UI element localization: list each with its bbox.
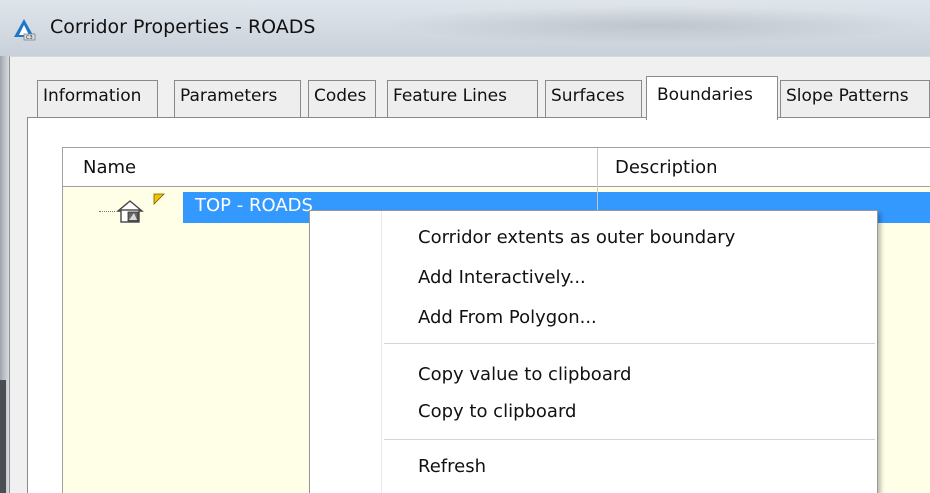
column-divider[interactable] [597,148,598,187]
title-bar[interactable]: C3 Corridor Properties - ROADS [0,0,930,56]
background-window-edge [0,380,6,493]
column-header-name[interactable]: Name [83,157,136,178]
tab-feature-lines[interactable]: Feature Lines [387,80,538,117]
menu-item-refresh[interactable]: Refresh [418,456,486,477]
grid-header: Name Description [62,147,930,187]
tab-parameters[interactable]: Parameters [174,80,301,117]
tab-boundaries[interactable]: Boundaries [646,76,778,120]
tab-slope-patterns[interactable]: Slope Patterns [780,80,930,117]
tab-label: Slope Patterns [786,86,909,106]
menu-item-add-from-polygon[interactable]: Add From Polygon... [418,307,597,328]
yellow-flag-icon [153,193,165,205]
window-title: Corridor Properties - ROADS [50,16,316,38]
tree-connector [99,211,115,212]
context-menu: Corridor extents as outer boundary Add I… [309,210,878,493]
menu-separator [384,439,875,440]
tab-codes[interactable]: Codes [308,80,376,117]
menu-gutter-divider [381,211,382,493]
civil3d-app-icon: C3 [14,19,36,41]
menu-icon-gutter [310,211,382,493]
svg-text:C3: C3 [26,35,33,41]
menu-item-add-interactively[interactable]: Add Interactively... [418,267,586,288]
boundary-name[interactable]: TOP - ROADS [195,195,313,216]
tab-information[interactable]: Information [37,80,158,117]
column-header-description[interactable]: Description [615,157,718,178]
tab-label: Surfaces [551,86,625,106]
title-bar-background [380,6,930,44]
menu-item-copy-value[interactable]: Copy value to clipboard [418,364,631,385]
boundary-house-icon [116,200,144,223]
menu-separator [384,343,875,344]
menu-item-corridor-extents[interactable]: Corridor extents as outer boundary [418,227,735,248]
tab-label: Information [43,86,142,106]
tab-surfaces[interactable]: Surfaces [545,80,642,117]
tab-label: Parameters [180,86,278,106]
menu-item-copy-to-clipboard[interactable]: Copy to clipboard [418,401,576,422]
tab-label: Codes [314,86,367,106]
column-divider [597,187,598,211]
tab-label: Boundaries [657,85,753,105]
tab-label: Feature Lines [393,86,507,106]
